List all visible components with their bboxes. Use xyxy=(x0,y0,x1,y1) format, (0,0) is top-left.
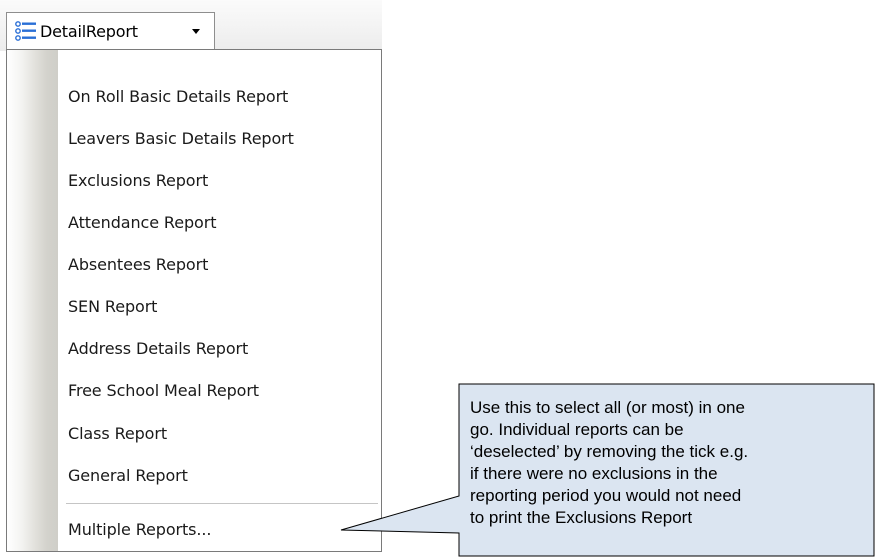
callout-line: Use this to select all (or most) in one xyxy=(470,398,745,417)
callout-line: if there were no exclusions in the xyxy=(470,464,718,483)
callout-text: Use this to select all (or most) in one … xyxy=(470,397,870,529)
callout-line: go. Individual reports can be xyxy=(470,420,684,439)
callout-line: reporting period you would not need xyxy=(470,486,742,505)
callout-line: to print the Exclusions Report xyxy=(470,508,693,527)
callout-line: ‘deselected’ by removing the tick e.g. xyxy=(470,442,749,461)
